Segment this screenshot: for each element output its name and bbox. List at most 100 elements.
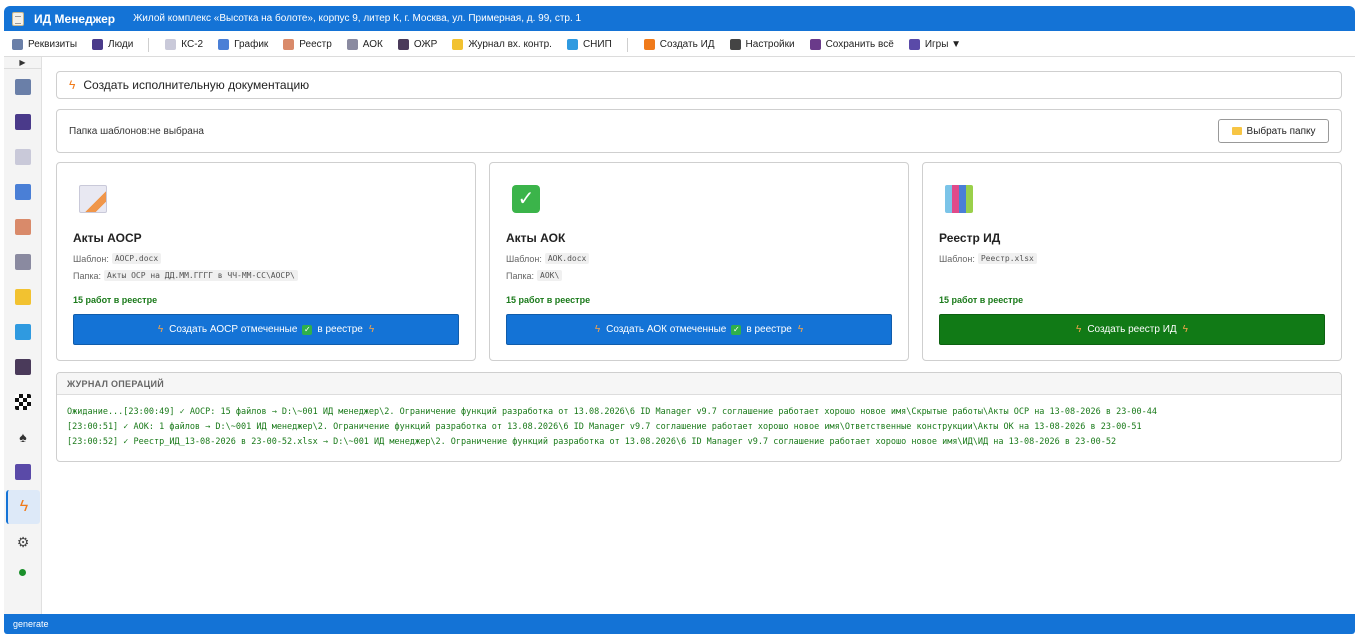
title-bar: ИД Менеджер Жилой комплекс «Высотка на б… — [4, 6, 1355, 31]
bolt-icon — [643, 39, 655, 50]
building-icon — [12, 39, 23, 50]
doc-icon — [165, 39, 177, 50]
sidebar-item[interactable] — [6, 140, 40, 174]
sidebar: ▶ ♠ ϟ ⚙ — [4, 57, 42, 614]
gamepad-icon — [15, 464, 31, 480]
template-row: Шаблон: АОК.docx — [506, 253, 892, 264]
menu-item[interactable]: Игры ▼ — [908, 39, 961, 50]
sidebar-item[interactable]: ♠ — [6, 420, 40, 454]
blue-book-icon — [566, 39, 578, 50]
menu-item[interactable]: АОК — [346, 39, 383, 50]
sidebar-item[interactable] — [6, 245, 40, 279]
check-icon: ✓ — [731, 324, 742, 335]
bolt-icon: ϟ — [19, 498, 29, 515]
ruler-icon — [346, 39, 358, 50]
ruler-icon — [15, 254, 31, 270]
create-button[interactable]: ϟ Создать реестр ИД ϟ — [939, 314, 1325, 345]
menu-item[interactable]: График — [218, 39, 268, 50]
main-content: ϟ Создать исполнительную документацию Па… — [56, 71, 1342, 462]
bolt-icon: ϟ — [368, 324, 375, 335]
template-folder-panel: Папка шаблонов:не выбрана Выбрать папку — [56, 109, 1342, 153]
app-title: ИД Менеджер — [34, 11, 116, 26]
registry-count: 15 работ в реестре — [73, 295, 158, 305]
menu-item[interactable]: Реквизиты — [12, 39, 77, 50]
create-button[interactable]: ϟ Создать АОК отмеченные ✓ в реестре ϟ — [506, 314, 892, 345]
books-icon — [945, 185, 973, 213]
action-cards: Акты АОСР Шаблон: АОСР.docx Папка: Акты ОСР … — [56, 162, 1342, 361]
sidebar-item[interactable] — [6, 175, 40, 209]
bolt-icon: ϟ — [594, 324, 601, 335]
log-title: ЖУРНАЛ ОПЕРАЦИЙ — [57, 373, 1341, 395]
gear-icon — [729, 39, 741, 50]
book-icon — [397, 39, 409, 50]
sidebar-item[interactable] — [6, 350, 40, 384]
sidebar-toggle[interactable]: ▶ — [4, 57, 41, 69]
template-folder-value: не выбрана — [149, 125, 204, 137]
card-title: Акты АОК — [506, 231, 566, 245]
spade-icon: ♠ — [19, 429, 27, 445]
sidebar-item[interactable] — [6, 280, 40, 314]
menu-separator — [626, 37, 628, 52]
menu-item[interactable]: ОЖР — [397, 39, 437, 50]
create-button[interactable]: ϟ Создать АОСР отмеченные ✓ в реестре ϟ — [73, 314, 459, 345]
template-row: Шаблон: Реестр.xlsx — [939, 253, 1325, 264]
menu-item[interactable]: Настройки — [729, 39, 795, 50]
folder-row: Папка: АОК\ — [506, 270, 892, 281]
floppy-icon — [809, 39, 821, 50]
action-card: ✓ Акты АОК Шаблон: АОК.docx Папка: АОК\ 15 раб… — [489, 162, 909, 361]
note-icon — [15, 289, 31, 305]
menu-item[interactable]: СНИП — [566, 39, 612, 50]
notepad-icon — [12, 11, 24, 26]
people-icon — [15, 114, 31, 130]
check-icon: ✓ — [302, 324, 313, 335]
menu-item[interactable]: КС-2 — [165, 39, 203, 50]
sidebar-item[interactable]: ⚙ — [6, 525, 40, 559]
registry-count: 15 работ в реестре — [506, 295, 591, 305]
sidebar-item[interactable] — [6, 105, 40, 139]
status-dot — [19, 569, 26, 576]
bolt-icon: ϟ — [797, 324, 804, 335]
clipboard-icon — [283, 39, 295, 50]
menu-bar: Реквизиты Люди КС-2 График Реестр АОК ОЖР Журна… — [4, 33, 1355, 57]
bolt-icon: ϟ — [1182, 324, 1188, 335]
blue-book-icon — [15, 324, 31, 340]
calendar-icon — [15, 184, 31, 200]
menu-item[interactable]: Люди — [92, 39, 133, 50]
menu-item[interactable]: Журнал вх. контр. — [452, 39, 552, 50]
menu-separator — [148, 37, 150, 52]
action-card: Акты АОСР Шаблон: АОСР.docx Папка: Акты ОСР … — [56, 162, 476, 361]
check-icon: ✓ — [512, 185, 540, 213]
action-card: Реестр ИД Шаблон: Реестр.xlsx 15 работ в ре… — [922, 162, 1342, 361]
log-body: Ожидание...[23:00:49] ✓ АОСР: 15 файлов … — [57, 395, 1341, 460]
log-line: [23:00:51] ✓ АОК: 1 файлов → D:\~001 ИД … — [67, 422, 1142, 432]
registry-count: 15 работ в реестре — [939, 295, 1024, 305]
sidebar-item[interactable] — [6, 210, 40, 244]
sidebar-item[interactable] — [6, 70, 40, 104]
bolt-icon: ϟ — [157, 324, 164, 335]
people-icon — [92, 39, 104, 50]
doc-icon — [15, 149, 31, 165]
menu-item[interactable]: Создать ИД — [643, 39, 715, 50]
clipboard-icon — [15, 219, 31, 235]
card-title: Акты АОСР — [73, 231, 142, 245]
sidebar-item[interactable] — [6, 455, 40, 489]
bolt-icon: ϟ — [1076, 324, 1082, 335]
template-folder-label: Папка шаблонов:не выбрана — [69, 125, 204, 137]
menu-item[interactable]: Реестр — [283, 39, 332, 50]
sidebar-item[interactable] — [6, 385, 40, 419]
building-icon — [15, 79, 31, 95]
gamepad-icon — [908, 39, 920, 50]
log-line: Ожидание...[23:00:49] ✓ АОСР: 15 файлов … — [67, 407, 1158, 417]
sidebar-item[interactable] — [6, 315, 40, 349]
book-icon — [15, 359, 31, 375]
bolt-icon: ϟ — [69, 78, 76, 92]
template-file: Реестр.xlsx — [977, 253, 1037, 264]
project-subtitle: Жилой комплекс «Высотка на болоте», корп… — [133, 13, 582, 24]
pencil-doc-icon — [79, 185, 107, 213]
gear-icon: ⚙ — [16, 534, 30, 550]
choose-folder-button[interactable]: Выбрать папку — [1218, 119, 1329, 143]
note-icon — [452, 39, 464, 50]
menu-item[interactable]: Сохранить всё — [809, 39, 894, 50]
operations-log: ЖУРНАЛ ОПЕРАЦИЙ Ожидание...[23:00:49] ✓ … — [56, 372, 1342, 462]
sidebar-item[interactable]: ϟ — [6, 490, 40, 524]
